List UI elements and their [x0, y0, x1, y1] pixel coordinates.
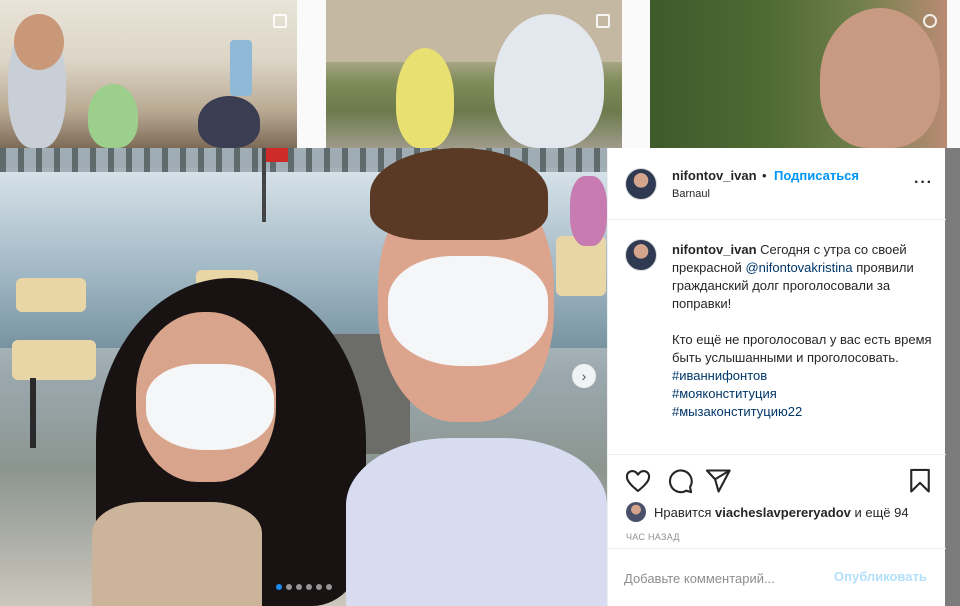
carousel-indicator-icon — [273, 14, 287, 28]
carousel-dot — [306, 584, 312, 590]
photo-chair-leg — [30, 378, 36, 448]
avatar[interactable] — [625, 168, 657, 200]
caption-line: Кто ещё не проголосовал у вас есть время… — [672, 332, 932, 365]
post-side-panel: nifontov_ivan • Подписаться Barnaul ··· … — [607, 148, 946, 606]
grid-thumb-2[interactable] — [326, 0, 622, 148]
comment-input[interactable] — [624, 567, 834, 589]
carousel-dot — [326, 584, 332, 590]
likes-row: Нравится viacheslavpereryadov и ещё 94 — [626, 501, 909, 523]
comment-icon[interactable] — [666, 467, 694, 495]
post-actions: Нравится viacheslavpereryadov и ещё 94 Ч… — [608, 454, 946, 548]
post-location[interactable]: Barnaul — [672, 188, 710, 200]
bookmark-icon[interactable] — [906, 467, 934, 495]
heart-icon[interactable] — [624, 467, 652, 495]
separator-dot: • — [762, 168, 767, 183]
caption-username[interactable]: nifontov_ivan — [672, 242, 757, 257]
avatar[interactable] — [625, 239, 657, 271]
carousel-dot — [276, 584, 282, 590]
publish-button[interactable]: Опубликовать — [834, 569, 927, 584]
photo-woman-coat — [92, 502, 262, 606]
carousel-dots — [276, 584, 332, 590]
photo-person — [198, 96, 260, 148]
post-photo[interactable]: › — [0, 148, 607, 606]
carousel-dot — [296, 584, 302, 590]
carousel-next-button[interactable]: › — [572, 364, 596, 388]
paper-plane-icon[interactable] — [704, 467, 732, 495]
post-username[interactable]: nifontov_ivan — [672, 168, 757, 183]
carousel-dot — [286, 584, 292, 590]
comment-box: Опубликовать — [608, 548, 946, 606]
likes-text[interactable]: Нравится viacheslavpereryadov и ещё 94 — [654, 505, 909, 520]
grid-thumb-3[interactable] — [650, 0, 947, 148]
more-horizontal-icon[interactable]: ··· — [914, 174, 933, 192]
post-header: nifontov_ivan • Подписаться Barnaul ··· — [608, 148, 946, 220]
mention-link[interactable]: @nifontovakristina — [745, 260, 852, 275]
avatar[interactable] — [626, 502, 646, 522]
carousel-dot — [316, 584, 322, 590]
photo-flowers — [570, 176, 607, 246]
photo-woman-mask — [146, 364, 274, 450]
likes-count[interactable]: и ещё 94 — [855, 505, 909, 520]
photo-person — [494, 14, 604, 148]
photo-person-head — [14, 14, 64, 70]
hashtag-link[interactable]: #мызаконституцию22 — [672, 403, 934, 421]
likes-prefix: Нравится — [654, 504, 712, 520]
photo-chair — [16, 278, 86, 312]
hashtag-link[interactable]: #иваннифонтов — [672, 367, 934, 385]
photo-person — [396, 48, 454, 148]
chevron-right-icon: › — [581, 368, 587, 384]
video-indicator-icon — [923, 14, 937, 28]
photo-person — [88, 84, 138, 148]
photo-man-hair — [370, 148, 548, 240]
post-caption: nifontov_ivan Сегодня с утра со своей пр… — [608, 221, 946, 454]
post-timestamp[interactable]: ЧАС НАЗАД — [626, 532, 680, 542]
photo-man-mask — [388, 256, 548, 366]
hashtag-link[interactable]: #мояконституция — [672, 385, 934, 403]
carousel-indicator-icon — [596, 14, 610, 28]
photo-person-face — [820, 8, 940, 148]
photo-man-shirt — [346, 438, 607, 606]
photo-chair — [12, 340, 96, 380]
post-modal: › nifontov_ivan • Подписаться Barnaul ··… — [0, 148, 946, 606]
caption-text: nifontov_ivan Сегодня с утра со своей пр… — [672, 241, 934, 421]
photo-water-cooler — [230, 40, 252, 96]
follow-button[interactable]: Подписаться — [774, 168, 859, 183]
likes-user[interactable]: viacheslavpereryadov — [715, 505, 851, 520]
grid-thumb-1[interactable] — [0, 0, 297, 148]
photo-flag — [266, 148, 288, 162]
